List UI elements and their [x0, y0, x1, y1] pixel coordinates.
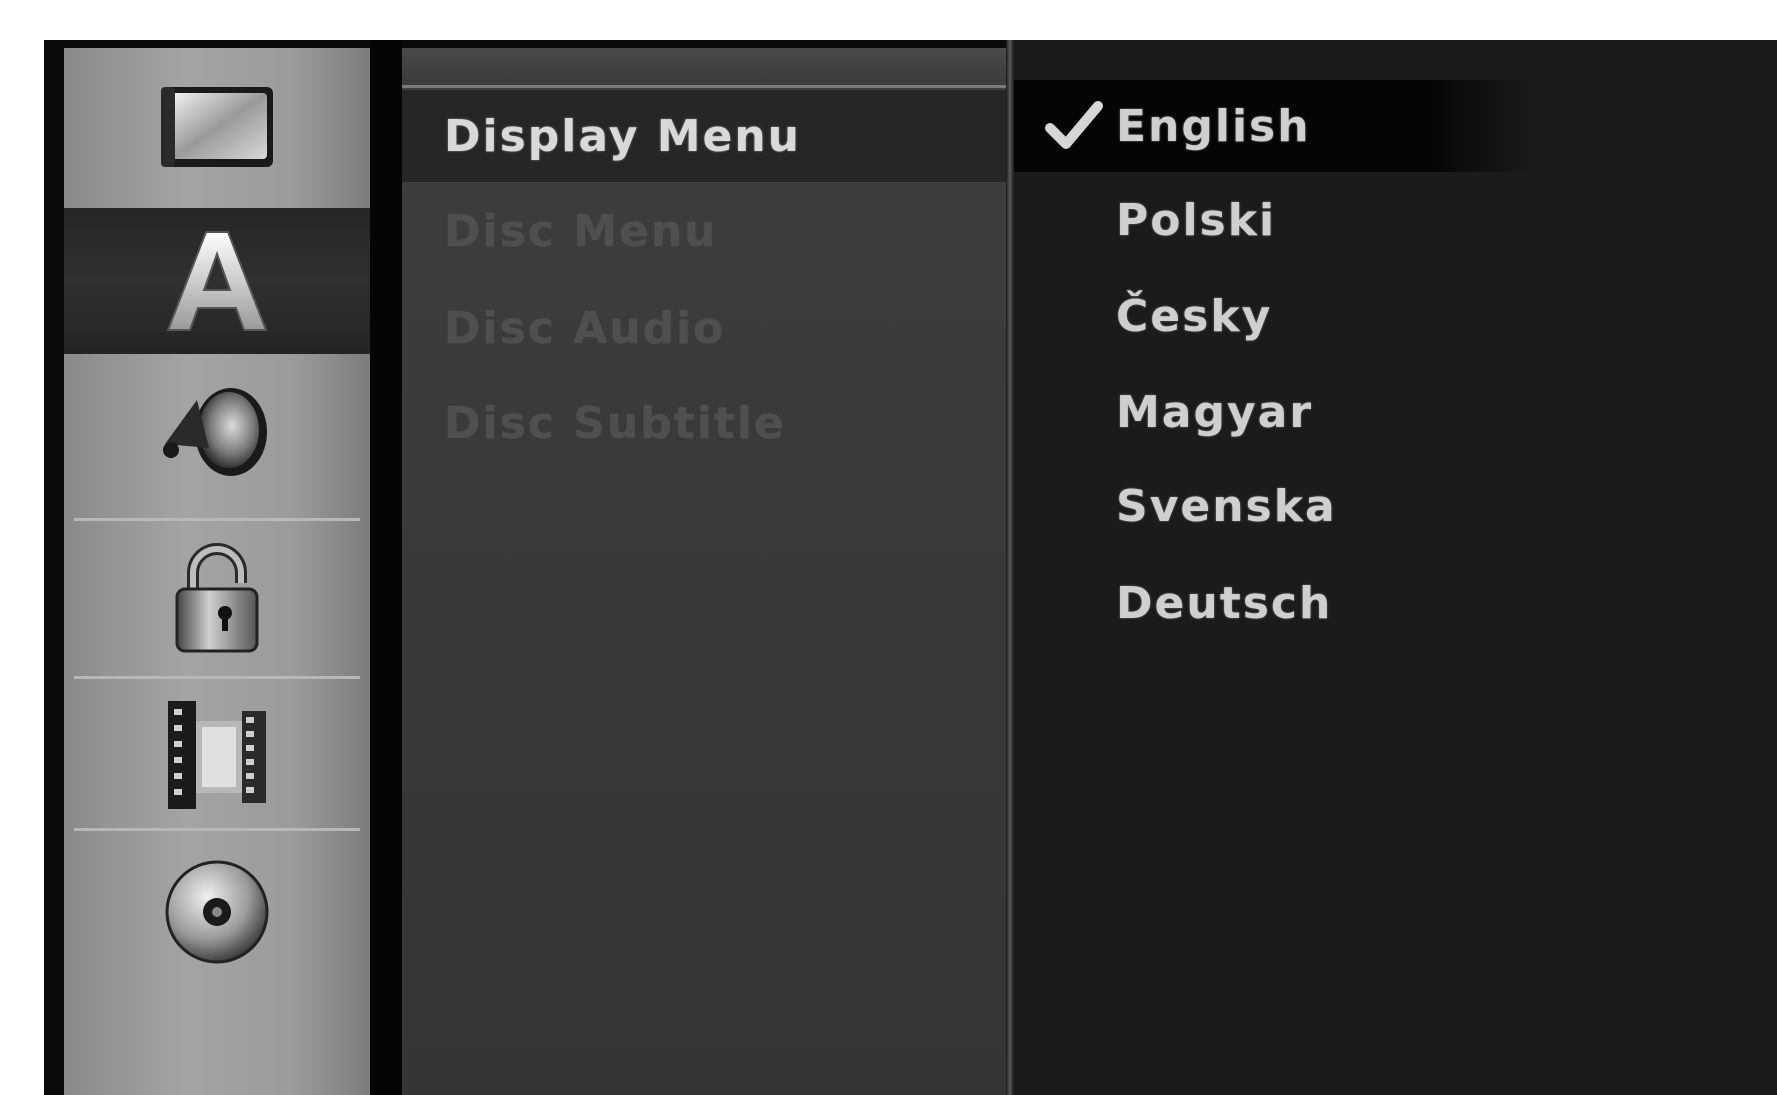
category-sidebar — [64, 48, 370, 1095]
option-list-header-line — [402, 85, 1006, 88]
sidebar-divider — [74, 828, 360, 831]
tv-screen-icon — [161, 87, 273, 167]
column-divider — [1006, 40, 1014, 1095]
option-disc-menu[interactable]: Disc Menu — [402, 185, 1006, 277]
sidebar-item-disc[interactable] — [64, 832, 370, 992]
speaker-icon — [163, 388, 267, 476]
sidebar-item-recording[interactable] — [64, 680, 370, 826]
value-label: Polski — [1116, 194, 1277, 246]
value-label: English — [1116, 100, 1311, 152]
language-letter-a-icon — [166, 231, 268, 331]
sidebar-item-lock[interactable] — [64, 522, 370, 672]
value-magyar[interactable]: Magyar — [1014, 366, 1534, 458]
option-label: Disc Subtitle — [444, 397, 786, 449]
value-label: Svenska — [1116, 480, 1337, 532]
sidebar-separator — [370, 40, 402, 1095]
value-label: Deutsch — [1116, 577, 1333, 629]
value-polski[interactable]: Polski — [1014, 174, 1534, 266]
value-deutsch[interactable]: Deutsch — [1014, 557, 1534, 649]
option-list-header — [402, 48, 1006, 81]
option-disc-audio[interactable]: Disc Audio — [402, 282, 1006, 374]
value-english[interactable]: English — [1014, 80, 1534, 172]
value-svenska[interactable]: Svenska — [1014, 460, 1534, 552]
language-value-list: English Polski Česky Magyar Svenska Deut… — [1014, 40, 1777, 1095]
value-label: Magyar — [1116, 386, 1314, 438]
option-label: Disc Menu — [444, 205, 718, 257]
sidebar-item-audio[interactable] — [64, 354, 370, 512]
option-label: Display Menu — [444, 110, 801, 162]
checkmark-icon — [1045, 101, 1103, 149]
disc-icon — [165, 860, 269, 964]
sidebar-item-display[interactable] — [64, 48, 370, 208]
setup-menu-window: Display Menu Disc Menu Disc Audio Disc S… — [44, 40, 1777, 1095]
value-label: Česky — [1116, 290, 1273, 342]
option-disc-subtitle[interactable]: Disc Subtitle — [402, 377, 1006, 469]
option-display-menu[interactable]: Display Menu — [402, 90, 1006, 182]
padlock-icon — [175, 543, 259, 653]
value-cesky[interactable]: Česky — [1014, 270, 1534, 362]
film-reel-icon — [168, 701, 266, 809]
sidebar-item-language[interactable] — [64, 208, 370, 354]
sidebar-divider — [74, 676, 360, 679]
option-list: Display Menu Disc Menu Disc Audio Disc S… — [402, 48, 1006, 1095]
sidebar-divider — [74, 518, 360, 521]
option-label: Disc Audio — [444, 302, 726, 354]
